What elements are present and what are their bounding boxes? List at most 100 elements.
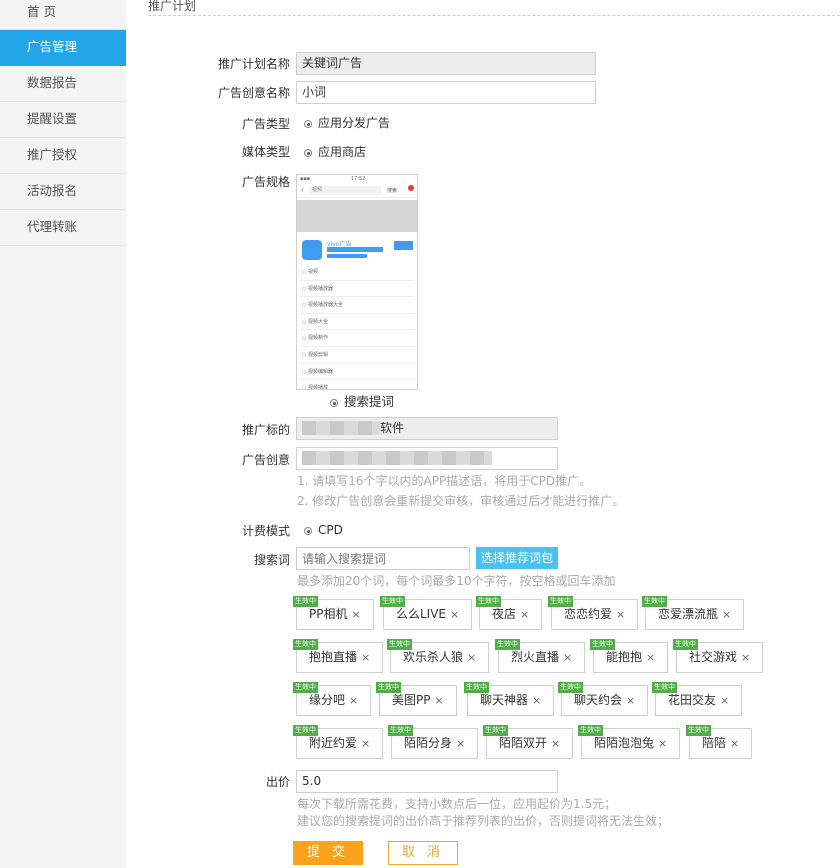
plan-name-label: 推广计划名称 <box>217 57 290 71</box>
remove-tag-icon[interactable]: × <box>616 608 625 621</box>
keyword-tag: 生效中 么么LIVE × <box>380 596 473 630</box>
sidebar-item-ad-management[interactable]: 广告管理 <box>0 30 126 66</box>
status-flag: 生效中 <box>590 639 615 650</box>
remove-tag-icon[interactable]: × <box>720 694 729 707</box>
ad-spec-radio[interactable]: 搜索提词 <box>330 394 394 410</box>
pick-keyword-pack-button[interactable]: 选择推荐词包 <box>476 547 558 569</box>
billing-label: 计费模式 <box>241 524 290 538</box>
sidebar-item-promotion-auth[interactable]: 推广授权 <box>0 138 126 174</box>
creative-name-input[interactable]: 小词 <box>296 81 596 104</box>
remove-tag-icon[interactable]: × <box>520 608 529 621</box>
phone-suggestion-row: 视频大全 <box>300 314 414 331</box>
remove-tag-icon[interactable]: × <box>658 737 667 750</box>
keyword-tag-label: 能抱抱 <box>606 650 643 664</box>
keyword-tag: 生效中 抱抱直播 × <box>293 639 384 673</box>
cancel-button[interactable]: 取 消 <box>388 841 458 865</box>
remove-tag-icon[interactable]: × <box>532 694 541 707</box>
keyword-tag-label: 抱抱直播 <box>309 650 358 664</box>
status-flag: 生效中 <box>495 639 520 650</box>
keyword-tag: 生效中 PP相机 × <box>293 596 374 630</box>
sidebar-item-activity-signup[interactable]: 活动报名 <box>0 174 126 210</box>
creative-input[interactable] <box>296 447 558 470</box>
keyword-tag: 生效中 陌陌双开 × <box>483 725 574 759</box>
remove-tag-icon[interactable]: × <box>563 651 572 664</box>
remove-tag-icon[interactable]: × <box>626 694 635 707</box>
status-flag: 生效中 <box>642 596 667 607</box>
ad-type-label: 广告类型 <box>241 117 290 131</box>
status-flag: 生效中 <box>578 725 603 736</box>
remove-tag-icon[interactable]: × <box>351 608 360 621</box>
status-flag: 生效中 <box>464 682 489 693</box>
remove-tag-icon[interactable]: × <box>434 694 443 707</box>
keyword-tag-label: 缘分吧 <box>309 693 346 707</box>
redacted-text <box>302 421 380 435</box>
remove-tag-icon[interactable]: × <box>361 651 370 664</box>
redacted-text <box>302 451 492 465</box>
keyword-tag: 生效中 烈火直播 × <box>495 639 586 673</box>
remove-tag-icon[interactable]: × <box>722 608 731 621</box>
remove-tag-icon[interactable]: × <box>551 737 560 750</box>
keyword-tag-label: 恋恋约爱 <box>564 607 613 621</box>
keyword-tag: 生效中 花田交友 × <box>652 682 743 716</box>
status-flag: 生效中 <box>673 639 698 650</box>
remove-tag-icon[interactable]: × <box>467 651 476 664</box>
media-type-radio[interactable]: 应用商店 <box>304 144 366 160</box>
sidebar-item-reminder-settings[interactable]: 提醒设置 <box>0 102 126 138</box>
phone-suggestion-row: 视频播放 <box>300 380 414 389</box>
app-desc-bar <box>327 254 367 258</box>
phone-search-bar: ‹ 视频 搜索 <box>297 184 417 198</box>
target-field: 软件 <box>296 417 558 440</box>
sidebar-item-data-report[interactable]: 数据报告 <box>0 66 126 102</box>
keyword-tag-label: 附近约爱 <box>309 736 358 750</box>
phone-suggestion-row: 视频 <box>300 264 414 281</box>
status-flag: 生效中 <box>376 682 401 693</box>
creative-label: 广告创意 <box>241 453 290 467</box>
keyword-tag: 生效中 缘分吧 × <box>293 682 372 716</box>
remove-tag-icon[interactable]: × <box>349 694 358 707</box>
keyword-tag-label: 聊天神器 <box>480 693 529 707</box>
keyword-tag: 生效中 附近约爱 × <box>293 725 384 759</box>
remove-tag-icon[interactable]: × <box>450 608 459 621</box>
sidebar: 首 页 广告管理 数据报告 提醒设置 推广授权 活动报名 代理转账 <box>0 0 126 868</box>
billing-radio[interactable]: CPD <box>304 522 343 538</box>
remove-tag-icon[interactable]: × <box>646 651 655 664</box>
keyword-tag: 生效中 能抱抱 × <box>590 639 669 673</box>
phone-suggestion-row: 视频播放器 <box>300 281 414 298</box>
keyword-input[interactable] <box>296 547 470 570</box>
keyword-tag-label: 陌陌分身 <box>404 736 453 750</box>
keyword-tag-label: 陌陌双开 <box>499 736 548 750</box>
phone-suggestion-row: 视频制作 <box>300 330 414 347</box>
creative-name-label: 广告创意名称 <box>217 86 290 100</box>
section-title: 推广计划 <box>148 0 197 13</box>
media-type-label: 媒体类型 <box>241 145 290 159</box>
remove-tag-icon[interactable]: × <box>741 651 750 664</box>
sidebar-item-agent-transfer[interactable]: 代理转账 <box>0 210 126 246</box>
keyword-tag-label: PP相机 <box>309 607 348 621</box>
media-type-option: 应用商店 <box>318 145 367 159</box>
phone-app-card: vivo广告 <box>297 236 417 264</box>
status-flag: 生效中 <box>476 596 501 607</box>
keyword-tag: 生效中 恋恋约爱 × <box>548 596 639 630</box>
keyword-tag-label: 夜店 <box>492 607 517 621</box>
ad-type-radio[interactable]: 应用分发广告 <box>304 115 390 131</box>
billing-option: CPD <box>318 523 343 537</box>
remove-tag-icon[interactable]: × <box>456 737 465 750</box>
remove-tag-icon[interactable]: × <box>730 737 739 750</box>
sidebar-item-home[interactable]: 首 页 <box>0 0 126 30</box>
phone-banner <box>297 200 417 232</box>
phone-suggestion-row: 视频播放器大全 <box>300 297 414 314</box>
signal-icon: ▪▪▪ <box>300 176 311 182</box>
creative-hint-1: 1. 请填写16个字以内的APP描述语，将用于CPD推广。 <box>297 474 592 488</box>
submit-button[interactable]: 提 交 <box>293 841 363 865</box>
keyword-tag: 生效中 聊天约会 × <box>558 682 649 716</box>
phone-suggestion-row: 视频剪辑 <box>300 347 414 364</box>
bid-input[interactable]: 5.0 <box>296 770 558 793</box>
keyword-tag-label: 么么LIVE <box>396 607 447 621</box>
status-flag: 生效中 <box>388 725 413 736</box>
keyword-tag: 生效中 陌陌泡泡兔 × <box>578 725 681 759</box>
remove-tag-icon[interactable]: × <box>361 737 370 750</box>
radio-selected-icon <box>330 399 338 407</box>
status-flag: 生效中 <box>293 725 318 736</box>
keyword-tag-label: 聊天约会 <box>574 693 623 707</box>
status-flag: 生效中 <box>293 596 318 607</box>
